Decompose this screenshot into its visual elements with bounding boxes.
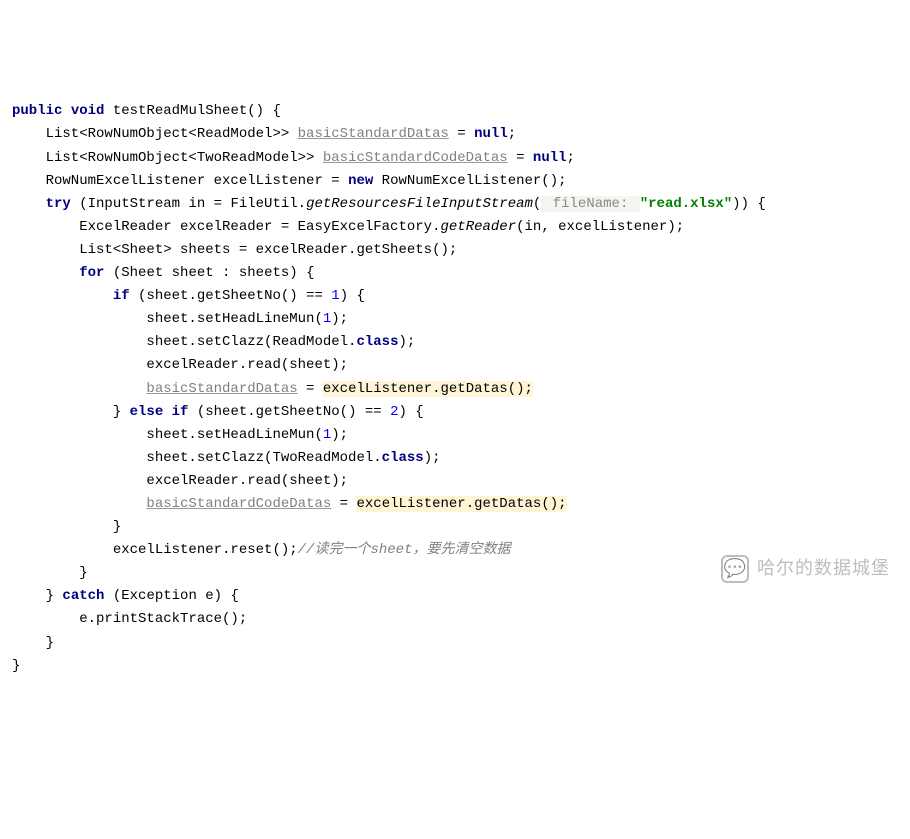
wechat-icon: 💬 xyxy=(721,555,749,583)
code-line-25: } xyxy=(12,658,20,674)
code-line-23: e.printStackTrace(); xyxy=(12,611,247,627)
code-editor: public void testReadMulSheet() { List<Ro… xyxy=(12,100,898,677)
code-line-19: } xyxy=(12,519,121,535)
code-line-11: sheet.setClazz(ReadModel.class); xyxy=(12,334,415,350)
code-line-24: } xyxy=(12,635,54,651)
code-line-21: } xyxy=(12,565,88,581)
code-line-8: for (Sheet sheet : sheets) { xyxy=(12,265,314,281)
code-line-2: List<RowNumObject<ReadModel>> basicStand… xyxy=(12,126,516,142)
code-line-17: excelReader.read(sheet); xyxy=(12,473,348,489)
code-line-12: excelReader.read(sheet); xyxy=(12,357,348,373)
code-line-18: basicStandardCodeDatas = excelListener.g… xyxy=(12,496,567,512)
code-line-4: RowNumExcelListener excelListener = new … xyxy=(12,173,567,189)
code-line-9: if (sheet.getSheetNo() == 1) { xyxy=(12,288,365,304)
code-line-14: } else if (sheet.getSheetNo() == 2) { xyxy=(12,404,424,420)
code-line-15: sheet.setHeadLineMun(1); xyxy=(12,427,348,443)
code-line-3: List<RowNumObject<TwoReadModel>> basicSt… xyxy=(12,150,575,166)
code-line-5: try (InputStream in = FileUtil.getResour… xyxy=(12,196,766,212)
code-line-7: List<Sheet> sheets = excelReader.getShee… xyxy=(12,242,457,258)
watermark: 💬 哈尔的数据城堡 xyxy=(721,554,890,584)
watermark-text: 哈尔的数据城堡 xyxy=(757,554,890,584)
code-line-1: public void testReadMulSheet() { xyxy=(12,103,281,119)
code-line-13: basicStandardDatas = excelListener.getDa… xyxy=(12,381,533,397)
code-line-20: excelListener.reset();//读完一个sheet，要先清空数据 xyxy=(12,542,510,558)
code-line-16: sheet.setClazz(TwoReadModel.class); xyxy=(12,450,441,466)
code-line-6: ExcelReader excelReader = EasyExcelFacto… xyxy=(12,219,684,235)
code-line-10: sheet.setHeadLineMun(1); xyxy=(12,311,348,327)
code-line-22: } catch (Exception e) { xyxy=(12,588,239,604)
